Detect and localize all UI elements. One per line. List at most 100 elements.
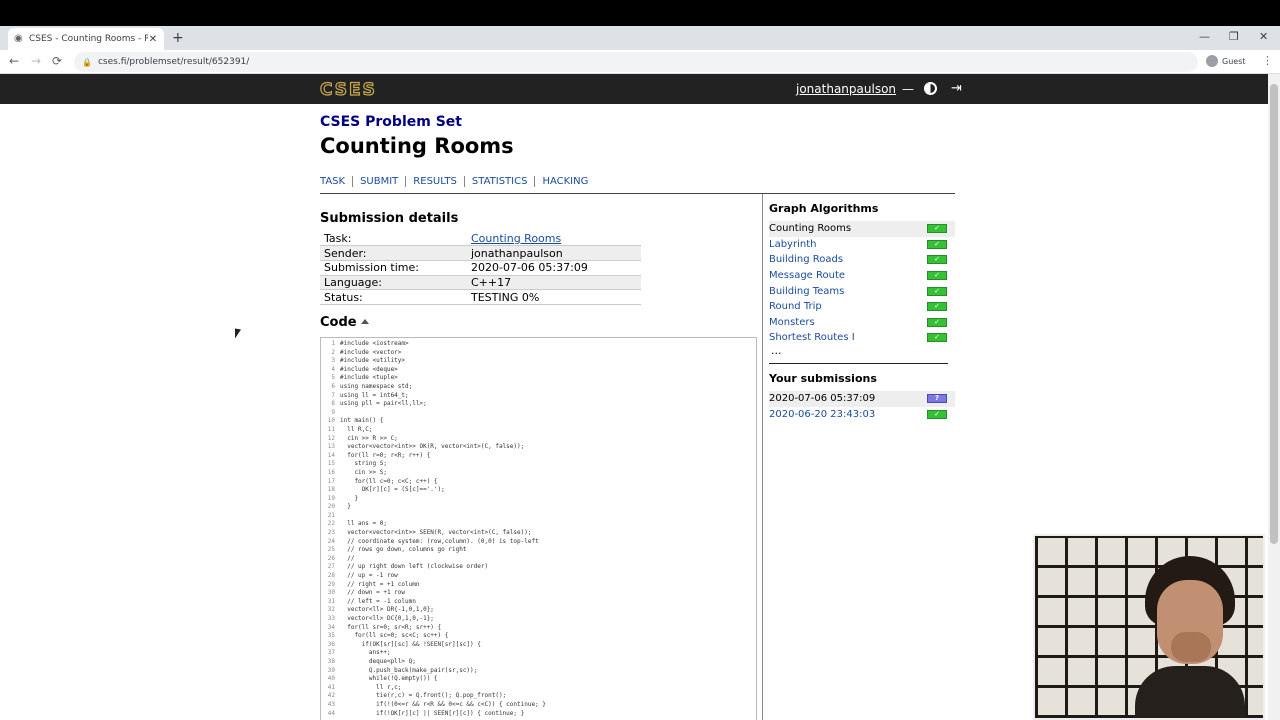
scrollbar-thumb[interactable] — [1270, 84, 1278, 544]
profile-button[interactable]: Guest — [1206, 55, 1246, 67]
task-list-item[interactable]: Counting Rooms ✓ — [769, 221, 955, 237]
nav-results[interactable]: RESULTS — [405, 176, 464, 187]
submission-link[interactable]: 2020-06-20 23:43:03 — [769, 409, 875, 420]
detail-value: C++17 — [467, 275, 641, 291]
line-number: 43 — [327, 700, 335, 708]
reload-button[interactable]: ⟳ — [52, 54, 62, 68]
line-number: 24 — [327, 537, 335, 545]
line-number: 13 — [327, 443, 335, 451]
code-text: vector<ll> DR{-1,0,1,0}; — [340, 606, 434, 614]
accepted-check-icon: ✓ — [927, 224, 947, 234]
pending-status-icon: ? — [927, 394, 947, 404]
username-link[interactable]: jonathanpaulson — [796, 82, 896, 96]
code-line: 6 using namespace std; — [321, 383, 756, 392]
task-list-item[interactable]: Round Trip ✓ — [769, 299, 955, 315]
collapse-arrow-icon[interactable] — [360, 319, 369, 324]
task-link[interactable]: Counting Rooms — [471, 232, 561, 245]
nav-task[interactable]: TASK — [320, 176, 352, 187]
line-number: 22 — [327, 520, 335, 528]
sidebar-separator — [769, 363, 948, 364]
cses-logo[interactable]: CSES — [319, 79, 377, 100]
code-text: // left = -1 column — [340, 597, 416, 605]
problemset-link[interactable]: CSES Problem Set — [320, 114, 462, 130]
submission-link[interactable]: 2020-07-06 05:37:09 — [769, 393, 875, 404]
logout-icon[interactable]: ⇥ — [951, 81, 962, 96]
code-text: if(!OK[r][c] || SEEN[r][c]) { continue; … — [340, 709, 525, 717]
code-text: #include <tuple> — [340, 374, 398, 382]
page-scrollbar[interactable] — [1268, 74, 1280, 720]
code-line: 40 while(!Q.empty()) { — [321, 675, 756, 684]
line-number: 12 — [327, 434, 335, 442]
code-line: 39 Q.push_back(make_pair(sr,sc)); — [321, 667, 756, 676]
code-line: 41 ll r,c; — [321, 684, 756, 693]
forward-button[interactable]: → — [31, 54, 41, 68]
task-link[interactable]: Monsters — [769, 317, 815, 328]
line-number: 29 — [327, 580, 335, 588]
back-button[interactable]: ← — [9, 54, 19, 68]
code-line: 44 if(!OK[r][c] || SEEN[r][c]) { continu… — [321, 710, 756, 719]
restore-button[interactable]: ❐ — [1229, 30, 1239, 43]
line-number: 37 — [327, 649, 335, 657]
window-close-button[interactable]: ✕ — [1259, 30, 1268, 43]
code-line: 3 #include <utility> — [321, 357, 756, 366]
code-text: while(!Q.empty()) { — [340, 675, 438, 683]
nav-submit[interactable]: SUBMIT — [352, 176, 405, 187]
code-line: 19 } — [321, 495, 756, 504]
code-line: 12 cin >> R >> C; — [321, 435, 756, 444]
submission-list-item[interactable]: 2020-07-06 05:37:09? — [769, 391, 955, 407]
browser-menu-icon[interactable]: ⋮ — [1262, 54, 1273, 67]
task-list-item[interactable]: Message Route ✓ — [769, 268, 955, 284]
header-dash: — — [902, 81, 915, 96]
nav-hacking[interactable]: HACKING — [534, 176, 595, 187]
contrast-toggle-icon[interactable] — [924, 82, 938, 95]
task-link[interactable]: Counting Rooms — [769, 223, 851, 234]
task-link[interactable]: Building Teams — [769, 286, 844, 297]
submission-details-heading: Submission details — [320, 211, 459, 226]
your-submissions-heading: Your submissions — [769, 372, 877, 385]
code-text: // rows go down, columns go right — [340, 546, 467, 554]
line-number: 10 — [327, 417, 335, 425]
code-text: if(OK[sr][sc] && !SEEN[sr][sc]) { — [340, 640, 481, 648]
code-line: 1 #include <iostream> — [321, 340, 756, 349]
browser-tab[interactable]: ◉ CSES - Counting Rooms - Results ✕ — [8, 28, 164, 50]
code-heading[interactable]: Code — [320, 315, 369, 330]
line-number: 23 — [327, 529, 335, 537]
minimize-button[interactable]: — — [1199, 30, 1210, 43]
task-link[interactable]: Shortest Routes I — [769, 332, 855, 343]
code-viewer[interactable]: 1 #include <iostream> 2 #include <vector> 3 #… — [320, 337, 757, 720]
code-text: Q.push_back(make_pair(sr,sc)); — [340, 666, 478, 674]
submission-list-item[interactable]: 2020-06-20 23:43:03 ✓ — [769, 407, 955, 423]
code-text: using pll = pair<ll,ll>; — [340, 400, 427, 408]
new-tab-button[interactable]: + — [172, 30, 184, 46]
code-line: 7 using ll = int64_t; — [321, 392, 756, 401]
task-list-item[interactable]: Building Roads ✓ — [769, 252, 955, 268]
accepted-check-icon: ✓ — [927, 317, 947, 327]
task-link[interactable]: Labyrinth — [769, 239, 816, 250]
task-link[interactable]: Building Roads — [769, 254, 843, 265]
nav-statistics[interactable]: STATISTICS — [463, 176, 535, 187]
code-text: cin >> S; — [340, 468, 387, 476]
tab-close-icon[interactable]: ✕ — [148, 34, 158, 45]
code-line: 16 cin >> S; — [321, 469, 756, 478]
code-line: 18 OK[r][c] = (S[c]=='.'); — [321, 486, 756, 495]
code-text: using namespace std; — [340, 382, 413, 390]
code-line: 9 — [321, 409, 756, 418]
line-number: 25 — [327, 546, 335, 554]
line-number: 4 — [331, 365, 335, 373]
line-number: 14 — [327, 451, 335, 459]
task-list-item[interactable]: Monsters ✓ — [769, 315, 955, 331]
task-link[interactable]: Round Trip — [769, 301, 822, 312]
code-line: 17 for(ll c=0; c<C; c++) { — [321, 478, 756, 487]
task-link[interactable]: Message Route — [769, 270, 845, 281]
code-line: 8 using pll = pair<ll,ll>; — [321, 400, 756, 409]
task-list-item[interactable]: Labyrinth ✓ — [769, 237, 955, 253]
submission-list: 2020-07-06 05:37:09? 2020-06-20 23:43:03 ✓ — [769, 391, 955, 422]
line-number: 35 — [327, 632, 335, 640]
task-list-item[interactable]: Building Teams ✓ — [769, 283, 955, 299]
detail-row-language: Language: C++17 — [320, 275, 641, 291]
accepted-check-icon: ✓ — [927, 255, 947, 265]
code-text: vector<vector<int>> SEEN(R, vector<int>(… — [340, 529, 532, 537]
accepted-check-icon: ✓ — [927, 239, 947, 249]
line-number: 33 — [327, 615, 335, 622]
address-bar[interactable]: 🔒 cses.fi/problemset/result/652391/ — [74, 52, 1198, 72]
